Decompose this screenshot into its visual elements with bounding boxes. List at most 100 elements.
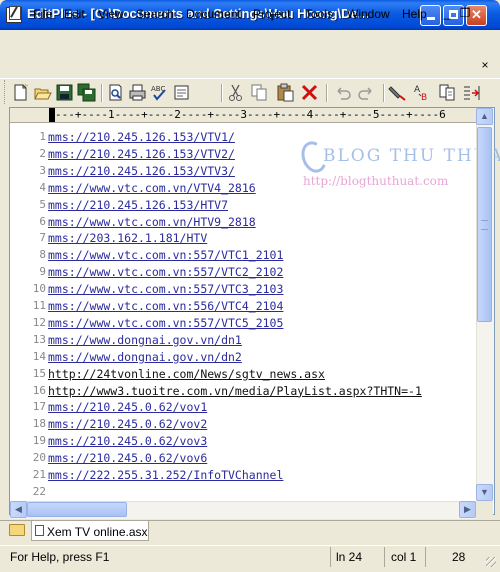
line-number: 7: [39, 231, 46, 245]
line-number: 15: [32, 366, 46, 380]
scroll-right-button[interactable]: ▶: [459, 501, 476, 518]
code-line[interactable]: mms://www.vtc.com.vn:557/VTC1_2101: [48, 248, 283, 262]
menu-window[interactable]: Window: [347, 7, 390, 21]
menu-view[interactable]: View: [98, 7, 124, 21]
line-number: 16: [32, 383, 46, 397]
print-icon[interactable]: [128, 83, 147, 102]
toolbar-separator: [326, 84, 328, 102]
status-col: col 1: [391, 550, 417, 564]
status-chars: 28: [452, 550, 466, 564]
status-help-text: For Help, press F1: [10, 550, 110, 564]
ruler-cursor-marker: [49, 108, 55, 122]
code-line[interactable]: mms://210.245.0.62/vov6: [48, 451, 207, 465]
word-wrap-icon[interactable]: AB: [413, 83, 432, 102]
line-number: 17: [32, 400, 46, 414]
paste-icon[interactable]: [276, 83, 295, 102]
scroll-up-button[interactable]: ▲: [476, 108, 493, 125]
line-number: 3: [39, 163, 46, 177]
save-icon[interactable]: [55, 83, 74, 102]
open-folder-icon[interactable]: [33, 83, 52, 102]
code-line[interactable]: mms://210.245.126.153/VTV2/: [48, 147, 235, 161]
status-divider: [330, 547, 331, 567]
indent-icon[interactable]: [462, 83, 481, 102]
menu-project[interactable]: Project: [253, 7, 290, 21]
code-lines[interactable]: 1 mms://210.245.126.153/VTV1/2 mms://210.2…: [10, 124, 476, 504]
line-number: 10: [32, 282, 46, 296]
file-compare-icon[interactable]: [438, 83, 457, 102]
line-number: 19: [32, 434, 46, 448]
code-line[interactable]: http://www3.tuoitre.com.vn/media/PlayLis…: [48, 384, 422, 398]
menu-bar: [0, 30, 500, 56]
line-number: 18: [32, 417, 46, 431]
menu-help[interactable]: Help: [402, 7, 427, 21]
copy-icon[interactable]: [250, 83, 269, 102]
document-icon[interactable]: [9, 6, 21, 20]
code-line[interactable]: mms://www.vtc.com.vn:557/VTC2_2102: [48, 265, 283, 279]
menu-file[interactable]: File: [33, 7, 52, 21]
undo-icon[interactable]: [333, 83, 352, 102]
toolbar-grip[interactable]: [4, 80, 8, 104]
horizontal-scroll-thumb[interactable]: [27, 502, 127, 517]
marker-icon[interactable]: [388, 83, 407, 102]
cut-icon[interactable]: [226, 83, 245, 102]
code-line[interactable]: mms://210.245.126.153/HTV7: [48, 198, 228, 212]
status-line: ln 24: [336, 550, 363, 564]
browser-icon[interactable]: [172, 83, 191, 102]
code-line[interactable]: mms://www.vtc.com.vn/HTV9_2818: [48, 215, 256, 229]
menu-document[interactable]: Document: [186, 7, 241, 21]
line-number: 4: [39, 180, 46, 194]
line-number: 2: [39, 146, 46, 160]
folder-icon[interactable]: [9, 524, 25, 536]
menu-edit[interactable]: Edit: [64, 7, 85, 21]
code-line[interactable]: mms://210.245.0.62/vov3: [48, 434, 207, 448]
column-ruler: ---+----1----+----2----+----3----+----4-…: [10, 108, 476, 123]
file-icon: [35, 525, 44, 536]
save-all-icon[interactable]: [77, 83, 96, 102]
code-line[interactable]: mms://210.245.0.62/vov2: [48, 417, 207, 431]
ruler-text: ---+----1----+----2----+----3----+----4-…: [55, 108, 446, 121]
line-number: 11: [32, 299, 46, 312]
line-number: 21: [32, 468, 46, 481]
redo-icon[interactable]: [357, 83, 376, 102]
line-number: 8: [39, 248, 46, 262]
mdi-minimize-button[interactable]: _: [440, 6, 454, 20]
minimize-icon: [426, 17, 435, 20]
code-line[interactable]: mms://210.245.0.62/vov1: [48, 400, 207, 414]
svg-text:B: B: [421, 93, 427, 102]
scroll-left-button[interactable]: ◀: [10, 501, 27, 518]
toolbar-separator: [221, 84, 223, 102]
spellcheck-icon[interactable]: ABC: [150, 83, 169, 102]
scroll-thumb-grip: [481, 220, 488, 230]
mdi-close-button[interactable]: ×: [478, 58, 492, 72]
print-preview-icon[interactable]: [106, 83, 125, 102]
code-line[interactable]: http://24tvonline.com/News/sgtv_news.asx: [48, 367, 325, 381]
code-line[interactable]: mms://www.vtc.com.vn:557/VTC3_2103: [48, 282, 283, 296]
line-number: 9: [39, 265, 46, 279]
code-line[interactable]: mms://210.245.126.153/VTV3/: [48, 164, 235, 178]
delete-icon[interactable]: [300, 83, 319, 102]
code-line[interactable]: mms://www.vtc.com.vn:556/VTC4_2104: [48, 299, 283, 313]
status-divider: [384, 547, 385, 567]
code-line[interactable]: mms://203.162.1.181/HTV: [48, 231, 207, 245]
line-number: 6: [39, 214, 46, 228]
code-line[interactable]: mms://www.dongnai.gov.vn/dn2: [48, 350, 242, 364]
code-line[interactable]: mms://www.dongnai.gov.vn/dn1: [48, 333, 242, 347]
svg-text:A: A: [414, 85, 421, 95]
new-file-icon[interactable]: [11, 83, 30, 102]
file-tab-label: Xem TV online.asx: [47, 525, 148, 539]
line-number: 1: [39, 130, 46, 143]
line-number: 20: [32, 451, 46, 465]
code-line[interactable]: mms://www.vtc.com.vn/VTV4_2816: [48, 181, 256, 195]
toolbar-separator: [383, 84, 385, 102]
resize-grip[interactable]: [486, 557, 496, 567]
code-line[interactable]: mms://222.255.31.252/InfoTVChannel: [48, 468, 283, 482]
code-line[interactable]: mms://210.245.126.153/VTV1/: [48, 130, 235, 144]
mdi-restore-button[interactable]: ❐: [458, 6, 472, 20]
line-number: 12: [32, 315, 46, 329]
scroll-down-button[interactable]: ▼: [476, 484, 493, 501]
line-number: 22: [32, 484, 46, 498]
code-line[interactable]: mms://www.vtc.com.vn:557/VTC5_2105: [48, 316, 283, 330]
menu-tools[interactable]: Tools: [305, 7, 333, 21]
menu-search[interactable]: Search: [136, 7, 174, 21]
line-number: 14: [32, 349, 46, 363]
